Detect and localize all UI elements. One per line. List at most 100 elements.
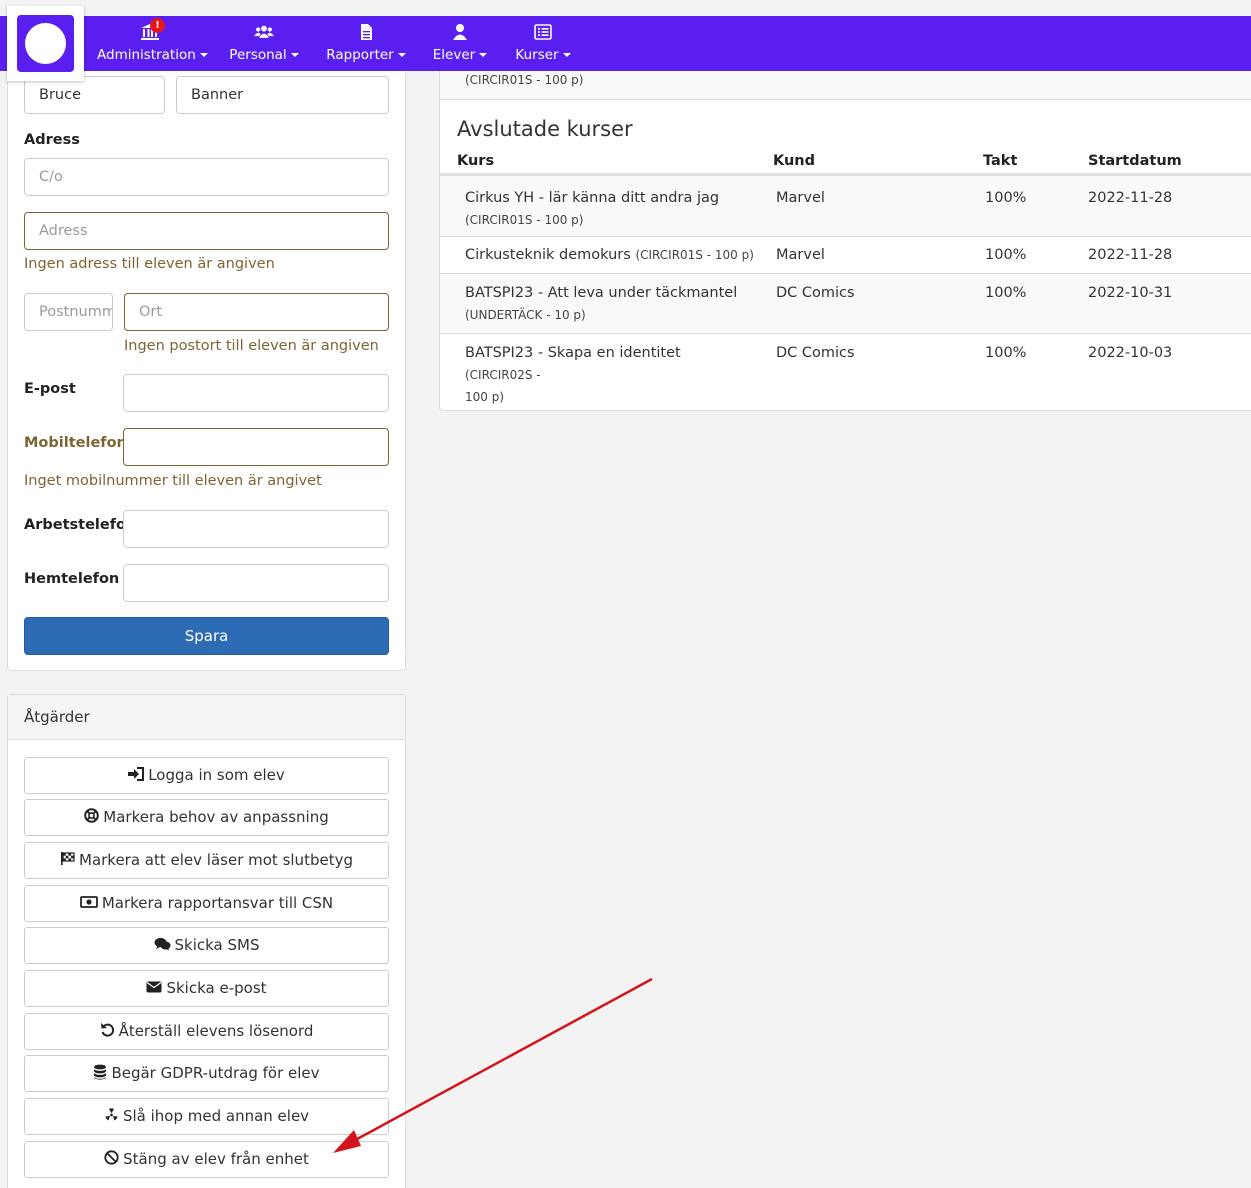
button-label: Logga in som elev — [148, 766, 285, 784]
button-label: Stäng av elev från enhet — [123, 1150, 309, 1168]
ort-field[interactable]: Ort — [124, 293, 389, 331]
start-date-cell: 2022-10-31 — [1088, 285, 1173, 301]
column-header-pace[interactable]: Takt — [983, 153, 1017, 169]
ban-icon — [104, 1150, 119, 1165]
pace-cell: 100% — [985, 247, 1027, 263]
mobile-warning: Inget mobilnummer till eleven är angivet — [24, 473, 322, 489]
undo-icon — [100, 1023, 114, 1037]
list-icon — [534, 24, 552, 40]
button-label: Skicka SMS — [174, 936, 260, 954]
nav-label: Administration — [97, 47, 196, 63]
start-date-cell: 2022-10-03 — [1088, 345, 1173, 361]
mobile-field[interactable] — [123, 428, 389, 466]
merge-student-button[interactable]: Slå ihop med annan elev — [24, 1098, 389, 1135]
button-label: Återställ elevens lösenord — [118, 1022, 314, 1040]
nav-kurser[interactable]: Kurser — [513, 16, 573, 71]
home-phone-field[interactable] — [123, 564, 389, 602]
mobile-label: Mobiltelefon — [24, 435, 127, 451]
course-name[interactable]: BATSPI23 - Att leva under täckmantel — [465, 285, 737, 301]
table-row[interactable]: Cirkus YH - lär känna ditt andra jag (CIR… — [440, 175, 1251, 236]
nav-administration[interactable]: ! Administration — [97, 16, 208, 71]
button-label: Markera rapportansvar till CSN — [101, 894, 334, 912]
nav-label: Elever — [432, 47, 476, 63]
nav-label: Kurser — [515, 47, 559, 63]
sign-in-icon — [128, 766, 145, 781]
column-header-course[interactable]: Kurs — [457, 153, 494, 169]
email-field[interactable] — [123, 374, 389, 412]
money-icon — [79, 895, 98, 908]
nav-rapporter[interactable]: Rapporter — [326, 16, 406, 71]
completed-courses-title: Avslutade kurser — [457, 117, 633, 141]
postnr-field[interactable]: Postnummer — [24, 293, 113, 331]
mark-csn-button[interactable]: Markera rapportansvar till CSN — [24, 885, 389, 922]
first-name-field[interactable]: Bruce — [24, 76, 165, 114]
nav-personal[interactable]: Personal — [228, 16, 300, 71]
table-row[interactable]: BATSPI23 - Att leva under täckmantel (UND… — [440, 273, 1251, 333]
caret-down-icon — [562, 53, 571, 57]
button-label: Begär GDPR-utdrag för elev — [111, 1064, 320, 1082]
file-icon — [361, 24, 372, 40]
pace-cell: 100% — [985, 285, 1027, 301]
co-field[interactable]: C/o — [24, 158, 389, 196]
column-header-start-date[interactable]: Startdatum — [1088, 153, 1182, 169]
customer-cell: DC Comics — [776, 285, 855, 301]
work-phone-field[interactable] — [123, 510, 389, 548]
last-name-field[interactable]: Banner — [176, 76, 389, 114]
customer-cell: DC Comics — [776, 345, 855, 361]
button-label: Markera behov av anpassning — [103, 808, 329, 826]
envelope-icon — [146, 981, 162, 992]
courses-panel: (CIRCIR01S - 100 p) Avslutade kurser Kur… — [439, 71, 1251, 411]
course-code: 100 p) — [465, 390, 505, 404]
button-label: Slå ihop med annan elev — [122, 1107, 310, 1125]
customer-cell: Marvel — [776, 190, 825, 206]
suspend-student-button[interactable]: Stäng av elev från enhet — [24, 1141, 389, 1178]
address-label: Adress — [24, 132, 80, 148]
address-warning: Ingen adress till eleven är angiven — [24, 256, 275, 272]
button-label: Skicka e-post — [166, 979, 267, 997]
start-date-cell: 2022-11-28 — [1088, 247, 1173, 263]
course-name[interactable]: Cirkusteknik demokurs — [465, 247, 631, 263]
logo[interactable] — [7, 6, 84, 81]
table-row[interactable]: Cirkusteknik demokurs (CIRCIR01S - 100 p… — [440, 236, 1251, 273]
checkered-flag-icon — [61, 852, 75, 865]
caret-down-icon — [199, 53, 208, 57]
save-button[interactable]: Spara — [24, 617, 389, 655]
pace-cell: 100% — [985, 345, 1027, 361]
nav-elever[interactable]: Elever — [431, 16, 489, 71]
course-code: (CIRCIR01S - 100 p) — [465, 213, 584, 227]
mark-final-grade-button[interactable]: Markera att elev läser mot slutbetyg — [24, 842, 389, 879]
ort-warning: Ingen postort till eleven är angiven — [124, 338, 379, 354]
chat-icon — [154, 937, 170, 950]
reset-password-button[interactable]: Återställ elevens lösenord — [24, 1013, 389, 1050]
work-phone-label: Arbetstelefon — [24, 517, 137, 533]
start-date-cell: 2022-11-28 — [1088, 190, 1173, 206]
button-label: Markera att elev läser mot slutbetyg — [79, 851, 353, 869]
home-phone-label: Hemtelefon — [24, 571, 120, 587]
column-header-customer[interactable]: Kund — [773, 153, 815, 169]
login-as-student-button[interactable]: Logga in som elev — [24, 757, 389, 794]
radiation-icon — [105, 1108, 118, 1121]
course-name[interactable]: BATSPI23 - Skapa en identitet — [465, 345, 681, 361]
table-row: (CIRCIR01S - 100 p) — [440, 71, 1251, 100]
customer-cell: Marvel — [776, 247, 825, 263]
life-ring-icon — [84, 808, 100, 823]
caret-down-icon — [290, 53, 299, 57]
caret-down-icon — [479, 53, 488, 57]
email-label: E-post — [24, 381, 76, 397]
nav-label: Personal — [229, 47, 287, 63]
send-sms-button[interactable]: Skicka SMS — [24, 927, 389, 964]
course-name[interactable]: Cirkus YH - lär känna ditt andra jag — [465, 190, 719, 206]
table-row[interactable]: BATSPI23 - Skapa en identitet (CIRCIR02S… — [440, 333, 1251, 404]
user-icon — [453, 24, 467, 40]
actions-title: Åtgärder — [8, 695, 405, 740]
gdpr-extract-button[interactable]: Begär GDPR-utdrag för elev — [24, 1055, 389, 1092]
mark-adjustment-button[interactable]: Markera behov av anpassning — [24, 799, 389, 836]
alert-badge: ! — [150, 18, 165, 33]
course-code: (CIRCIR01S - 100 p) — [635, 248, 754, 262]
course-code: (CIRCIR02S - — [465, 368, 541, 382]
pace-cell: 100% — [985, 190, 1027, 206]
send-email-button[interactable]: Skicka e-post — [24, 970, 389, 1007]
address-field[interactable]: Adress — [24, 212, 389, 250]
nav-label: Rapporter — [326, 47, 394, 63]
logo-mark — [17, 15, 74, 72]
